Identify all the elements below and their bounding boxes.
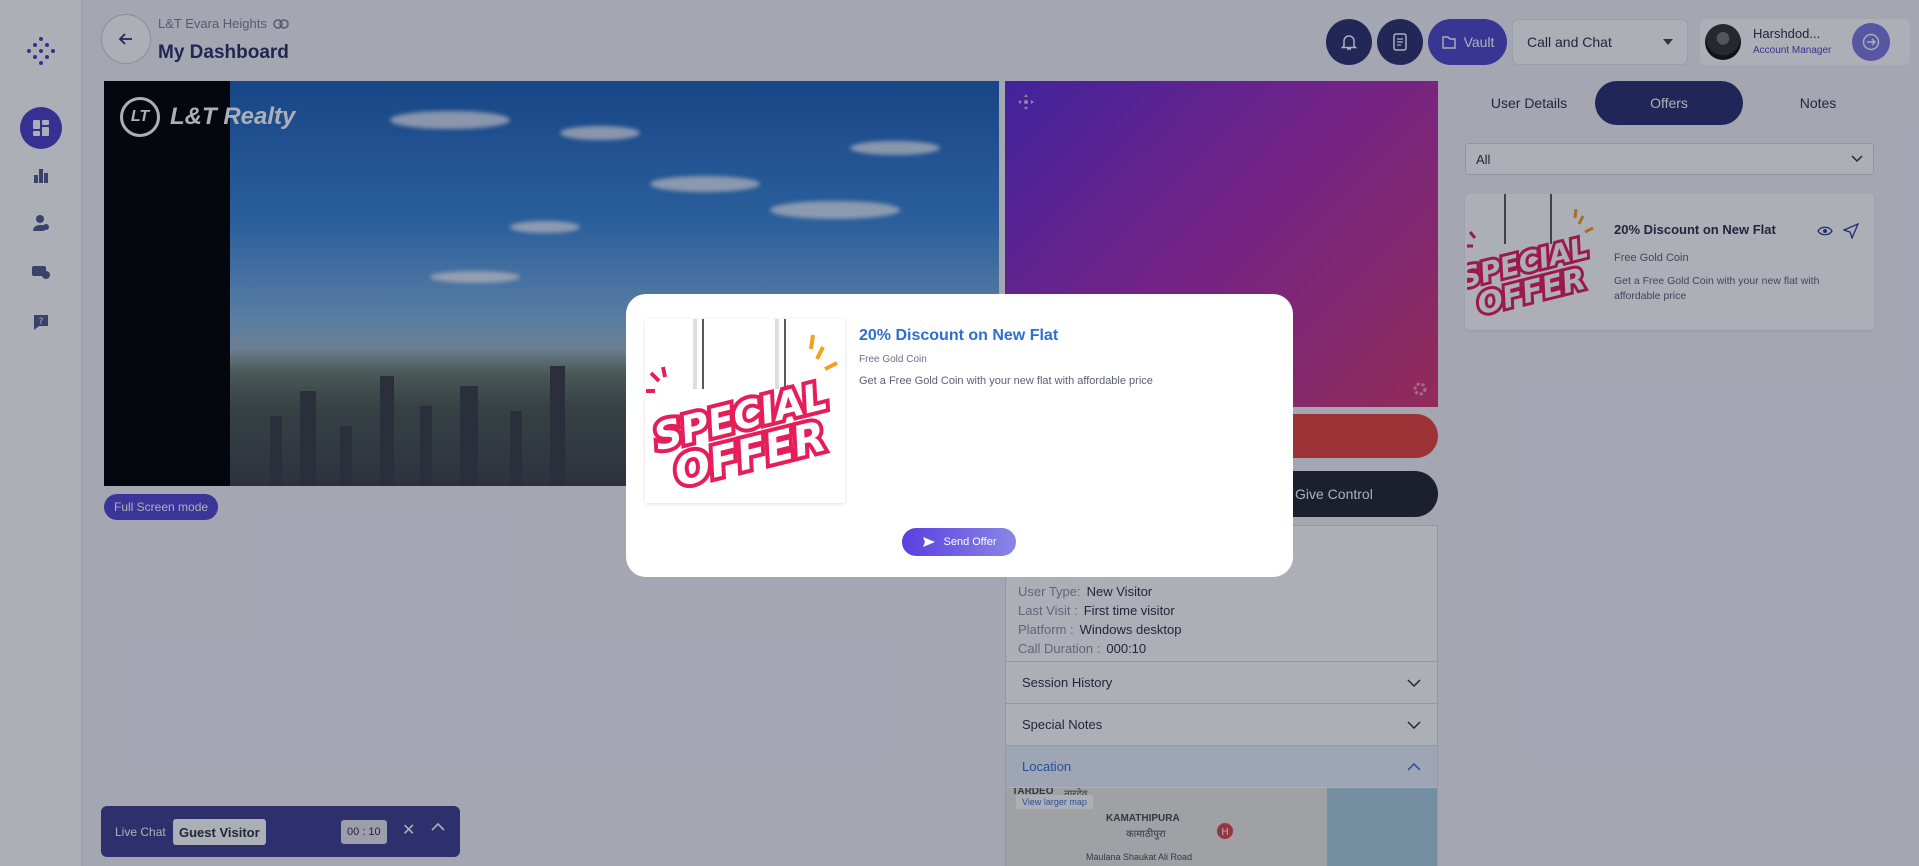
modal-offer-subtitle: Free Gold Coin bbox=[859, 354, 927, 365]
send-icon bbox=[922, 537, 935, 547]
modal-offer-description: Get a Free Gold Coin with your new flat … bbox=[859, 375, 1153, 387]
offer-modal: SPECIAL OFFER 20% Discount on New Flat F… bbox=[626, 294, 1293, 577]
modal-offer-title: 20% Discount on New Flat bbox=[859, 327, 1059, 344]
send-offer-label: Send Offer bbox=[943, 536, 997, 548]
special-offer-image: SPECIAL OFFER bbox=[645, 319, 845, 503]
send-offer-button[interactable]: Send Offer bbox=[902, 528, 1016, 556]
